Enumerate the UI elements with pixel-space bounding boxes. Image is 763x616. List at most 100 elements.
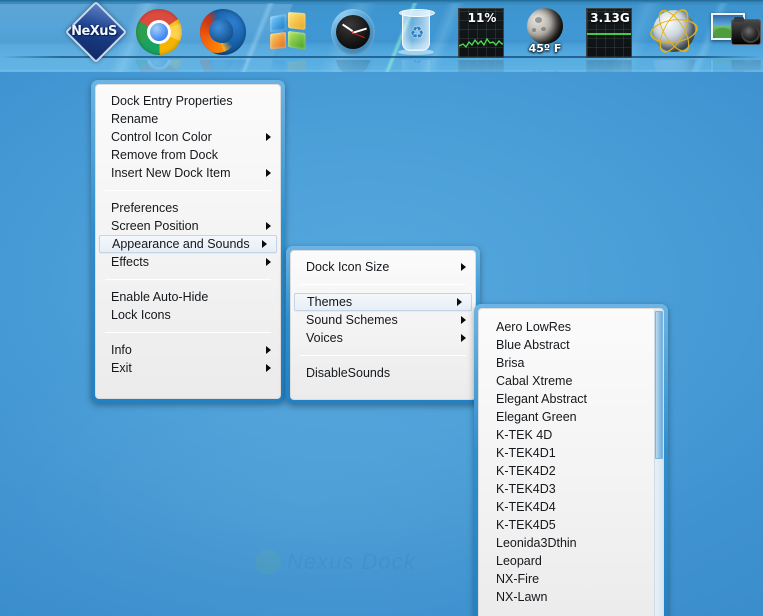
memory-graph-icon <box>587 33 631 35</box>
submenu-arrow-icon <box>266 346 271 354</box>
appearance-and-sounds-submenu[interactable]: Dock Icon Size Themes Sound Schemes Voices D… <box>286 246 480 404</box>
dock-item-recycle-bin[interactable] <box>390 8 442 72</box>
cpu-usage-value: 11% <box>467 11 497 25</box>
menu-separator <box>105 190 271 191</box>
submenu-arrow-icon <box>457 298 462 306</box>
menu-item-label: K-TEK4D3 <box>496 482 556 496</box>
menu-item-k-tek4d5[interactable]: K-TEK4D5 <box>479 516 663 534</box>
menu-item-label: Aero LowRes <box>496 320 572 334</box>
icon-reflection <box>262 60 314 72</box>
watermark-badge-icon <box>255 549 281 575</box>
icon-reflection <box>710 60 762 72</box>
nexus-logo-label: NeXuS <box>71 24 117 39</box>
dock-context-menu[interactable]: Dock Entry Properties Rename Control Icon … <box>91 80 285 403</box>
menu-item-elegant-green[interactable]: Elegant Green <box>479 408 663 426</box>
themes-scrollbar-thumb[interactable] <box>655 311 663 459</box>
menu-item-label: Dock Icon Size <box>306 260 390 274</box>
submenu-arrow-icon <box>461 316 466 324</box>
menu-item-remove-from-dock[interactable]: Remove from Dock <box>96 146 280 164</box>
analog-clock-icon <box>327 8 379 58</box>
menu-item-nx-fire[interactable]: NX-Fire <box>479 570 663 588</box>
menu-item-label: Dock Entry Properties <box>111 94 233 108</box>
menu-item-elegant-abstract[interactable]: Elegant Abstract <box>479 390 663 408</box>
dock-item-network-globe[interactable] <box>648 5 700 72</box>
menu-separator <box>105 279 271 280</box>
menu-item-blue-abstract[interactable]: Blue Abstract <box>479 336 663 354</box>
menu-item-k-tek-4d[interactable]: K-TEK 4D <box>479 426 663 444</box>
menu-item-label: DisableSounds <box>306 366 391 380</box>
icon-reflection <box>133 60 185 72</box>
dock-context-menu-list: Dock Entry Properties Rename Control Icon … <box>96 85 280 384</box>
dock-item-list: NeXuS ♻ ♻ 11% 45º F 3.13G <box>0 0 763 72</box>
appearance-submenu-list: Dock Icon Size Themes Sound Schemes Voices D… <box>291 251 475 389</box>
icon-reflection <box>583 60 635 72</box>
menu-item-label: Remove from Dock <box>111 148 218 162</box>
dock-item-memory-meter[interactable]: 3.13G <box>583 8 635 72</box>
menu-item-exit[interactable]: Exit <box>96 359 280 377</box>
menu-item-screen-position[interactable]: Screen Position <box>96 217 280 235</box>
menu-separator <box>105 332 271 333</box>
menu-item-effects[interactable]: Effects <box>96 253 280 271</box>
menu-panel: Dock Entry Properties Rename Control Icon … <box>95 84 281 399</box>
menu-item-lock-icons[interactable]: Lock Icons <box>96 306 280 324</box>
trash-glass-icon <box>390 8 442 58</box>
menu-item-control-icon-color[interactable]: Control Icon Color <box>96 128 280 146</box>
menu-item-cabal-xtreme[interactable]: Cabal Xtreme <box>479 372 663 390</box>
menu-item-k-tek4d4[interactable]: K-TEK4D4 <box>479 498 663 516</box>
submenu-arrow-icon <box>262 240 267 248</box>
menu-item-label: Themes <box>307 295 353 309</box>
menu-item-label: Cabal Xtreme <box>496 374 573 388</box>
menu-item-themes[interactable]: Themes <box>294 293 472 311</box>
windows-flag-icon <box>262 8 314 58</box>
dock-item-photo-camera[interactable] <box>710 8 762 72</box>
themes-scrollbar[interactable] <box>654 309 663 616</box>
menu-item-label: NX-Lawn <box>496 590 548 604</box>
menu-item-dock-icon-size[interactable]: Dock Icon Size <box>291 258 475 276</box>
menu-item-leopard[interactable]: Leopard <box>479 552 663 570</box>
submenu-arrow-icon <box>461 334 466 342</box>
menu-panel: Dock Icon Size Themes Sound Schemes Voices D… <box>290 250 476 400</box>
menu-item-enable-auto-hide[interactable]: Enable Auto-Hide <box>96 288 280 306</box>
menu-item-label: Preferences <box>111 201 179 215</box>
menu-item-label: Screen Position <box>111 219 199 233</box>
menu-item-label: K-TEK4D4 <box>496 500 556 514</box>
dock-item-nexus-logo[interactable]: NeXuS <box>64 0 128 64</box>
menu-item-label: Appearance and Sounds <box>112 237 250 251</box>
menu-item-k-tek4d2[interactable]: K-TEK4D2 <box>479 462 663 480</box>
menu-item-label: Rename <box>111 112 159 126</box>
menu-item-label: Effects <box>111 255 149 269</box>
menu-item-dock-entry-properties[interactable]: Dock Entry Properties <box>96 92 280 110</box>
dock-item-windows-start[interactable] <box>262 8 314 72</box>
dock-item-mozilla-firefox[interactable] <box>197 8 249 72</box>
submenu-arrow-icon <box>266 169 271 177</box>
dock-item-weather-moon[interactable]: 45º F 45º F <box>519 8 571 72</box>
menu-item-rename[interactable]: Rename <box>96 110 280 128</box>
menu-item-aero-lowres[interactable]: Aero LowRes <box>479 318 663 336</box>
icon-reflection <box>327 60 379 72</box>
menu-item-preferences[interactable]: Preferences <box>96 199 280 217</box>
dock-item-clock-widget[interactable] <box>327 8 379 72</box>
menu-item-info[interactable]: Info <box>96 341 280 359</box>
menu-item-appearance-and-sounds[interactable]: Appearance and Sounds <box>99 235 277 253</box>
menu-item-leonida3dthin[interactable]: Leonida3Dthin <box>479 534 663 552</box>
nexus-dock[interactable]: NeXuS ♻ ♻ 11% 45º F 3.13G <box>0 0 763 72</box>
menu-item-insert-new-dock-item[interactable]: Insert New Dock Item <box>96 164 280 182</box>
menu-item-brisa[interactable]: Brisa <box>479 354 663 372</box>
menu-item-k-tek4d1[interactable]: K-TEK4D1 <box>479 444 663 462</box>
memory-gauge-icon: 3.13G <box>583 8 635 58</box>
menu-item-sound-schemes[interactable]: Sound Schemes <box>291 311 475 329</box>
cpu-graph-icon <box>459 37 503 49</box>
cpu-gauge-icon: 11% <box>455 8 507 58</box>
submenu-arrow-icon <box>461 263 466 271</box>
menu-item-label: Leonida3Dthin <box>496 536 577 550</box>
menu-item-nx-lawn[interactable]: NX-Lawn <box>479 588 663 606</box>
menu-item-label: Elegant Green <box>496 410 577 424</box>
submenu-arrow-icon <box>266 133 271 141</box>
menu-item-k-tek4d3[interactable]: K-TEK4D3 <box>479 480 663 498</box>
firefox-icon <box>197 8 249 58</box>
themes-submenu[interactable]: Aero LowRes Blue Abstract Brisa Cabal Xtrem… <box>474 304 668 616</box>
dock-item-cpu-meter[interactable]: 11% <box>455 8 507 72</box>
menu-item-voices[interactable]: Voices <box>291 329 475 347</box>
dock-item-google-chrome[interactable] <box>133 8 185 72</box>
menu-item-disablesounds[interactable]: DisableSounds <box>291 364 475 382</box>
